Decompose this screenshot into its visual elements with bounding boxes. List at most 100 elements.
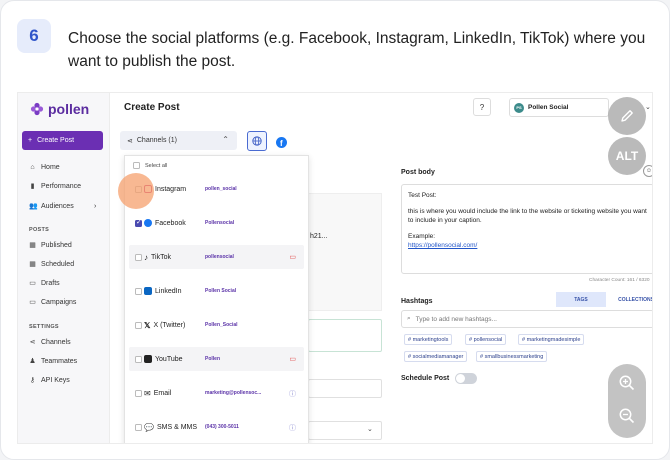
hashtag-chip[interactable]: # smallbusinessmarketing — [476, 351, 548, 362]
pollen-flower-icon — [30, 102, 44, 116]
post-body-label: Post body — [401, 169, 435, 176]
channel-row-sms[interactable]: 💬 SMS & MMS (043) 300-5011 ⓘ — [129, 415, 304, 439]
tutorial-card: 6 Choose the social platforms (e.g. Face… — [0, 0, 670, 460]
create-post-button[interactable]: + Create Post — [22, 131, 103, 150]
sidebar-item-api-keys[interactable]: ⚷ API Keys — [29, 377, 70, 384]
people-icon: 👥 — [29, 203, 38, 210]
youtube-icon — [144, 355, 152, 363]
hashtag-chip[interactable]: # pollensocial — [465, 334, 507, 345]
hashtag-chip[interactable]: # socialmediamanager — [404, 351, 468, 362]
tab-tags[interactable]: TAGS — [556, 292, 606, 307]
preview-partial-text: h21... — [310, 233, 328, 240]
page-title: Create Post — [124, 102, 180, 113]
sidebar-item-campaigns[interactable]: ▭ Campaigns — [29, 299, 76, 306]
zoom-out-icon[interactable] — [618, 407, 636, 430]
post-body-line: Test Post: — [408, 192, 437, 199]
account-switcher[interactable]: PS Pollen Social — [509, 98, 609, 117]
calendar-check-icon: ▦ — [29, 242, 36, 249]
channel-account: Pollensocial — [205, 220, 235, 226]
channel-platform-label: X (Twitter) — [153, 321, 186, 329]
sidebar-item-label: Published — [41, 242, 72, 249]
post-body-textarea[interactable]: Test Post: this is where you would inclu… — [401, 184, 652, 274]
schedule-post-toggle[interactable] — [455, 373, 477, 384]
channel-checkbox[interactable] — [135, 287, 142, 295]
sidebar-item-drafts[interactable]: ▭ Drafts — [29, 280, 60, 287]
channel-account: Pollen_Social — [205, 322, 238, 328]
channel-checkbox[interactable] — [135, 423, 142, 431]
channel-checkbox[interactable] — [135, 389, 142, 397]
channel-checkbox[interactable] — [135, 355, 142, 363]
channel-row-email[interactable]: ✉ Email marketing@pollensoc... ⓘ — [129, 381, 304, 405]
channel-name: 𝕏 X (Twitter) — [144, 321, 185, 330]
chat-bubble-icon: 💬 — [144, 422, 154, 432]
channel-row-youtube[interactable]: YouTube Pollen ▭ — [129, 347, 304, 371]
channel-checkbox[interactable] — [135, 218, 142, 227]
pollen-logo[interactable]: pollen — [30, 101, 89, 117]
linkedin-icon — [144, 287, 152, 295]
video-icon: ▭ — [289, 356, 296, 363]
zoom-controls — [608, 364, 646, 438]
channels-selector-label: Channels (1) — [136, 137, 177, 144]
chevron-down-icon: ⌄ — [367, 426, 373, 433]
tab-collections[interactable]: COLLECTIONS — [616, 292, 652, 307]
sidebar-item-published[interactable]: ▦ Published — [29, 242, 72, 249]
sidebar-item-performance[interactable]: ▮ Performance — [29, 183, 82, 190]
channel-row-x-twitter[interactable]: 𝕏 X (Twitter) Pollen_Social — [129, 313, 304, 337]
sidebar-item-scheduled[interactable]: ▦ Scheduled — [29, 261, 74, 268]
emoji-icon[interactable]: ☺ — [643, 165, 652, 177]
text-field[interactable] — [308, 379, 382, 398]
channel-account: pollensocial — [205, 254, 234, 260]
sidebar-item-label: Drafts — [41, 280, 60, 287]
help-button[interactable]: ? — [473, 98, 491, 116]
app-screenshot: pollen + Create Post ⌂ Home ▮ Performanc… — [17, 92, 653, 444]
calendar-icon: ▦ — [29, 261, 36, 268]
all-channels-globe-button[interactable] — [247, 131, 267, 151]
hashtag-chip[interactable]: # marketingtools — [404, 334, 453, 345]
step-number-badge: 6 — [17, 19, 51, 53]
sidebar-item-audiences[interactable]: 👥 Audiences › — [29, 203, 104, 210]
create-post-label: Create Post — [37, 137, 75, 144]
channel-name: 💬 SMS & MMS — [144, 423, 197, 432]
channel-account: pollen_social — [205, 186, 237, 192]
channel-name: Facebook — [144, 219, 186, 227]
edit-pencil-button[interactable] — [608, 97, 646, 135]
zoom-in-icon[interactable] — [618, 374, 636, 397]
select-all-checkbox[interactable] — [133, 162, 140, 169]
sidebar-item-home[interactable]: ⌂ Home — [29, 164, 59, 171]
sidebar-item-channels[interactable]: ⋖ Channels — [29, 339, 71, 346]
channel-checkbox[interactable] — [135, 253, 142, 261]
plus-icon: + — [28, 137, 33, 144]
channel-account: (043) 300-5011 — [205, 424, 239, 430]
channel-checkbox[interactable] — [135, 321, 142, 329]
hashtag-input[interactable]: ⌕ Type to add new hashtags... — [401, 310, 652, 328]
share-icon: ⋖ — [29, 339, 36, 346]
channel-name: ✉ Email — [144, 389, 171, 398]
channel-platform-label: SMS & MMS — [156, 423, 198, 431]
alt-text-button[interactable]: ALT — [608, 137, 646, 175]
hashtag-chip[interactable]: # marketingmadesimple — [518, 334, 585, 345]
envelope-icon: ✉ — [144, 388, 151, 398]
folder-icon: ▭ — [29, 299, 36, 306]
tiktok-icon: ♪ — [144, 252, 148, 262]
chevron-right-icon: › — [94, 203, 97, 210]
channel-account: marketing@pollensoc... — [205, 390, 262, 396]
media-upload-area[interactable] — [308, 319, 382, 352]
channel-row-facebook[interactable]: Facebook Pollensocial — [129, 211, 304, 235]
channel-row-linkedin[interactable]: LinkedIn Pollen Social — [129, 279, 304, 303]
user-plus-icon: ♟ — [29, 358, 36, 365]
sidebar-item-teammates[interactable]: ♟ Teammates — [29, 358, 77, 365]
post-preview-box — [308, 193, 382, 311]
channel-row-tiktok[interactable]: ♪ TikTok pollensocial ▭ — [129, 245, 304, 269]
post-body-link[interactable]: https://pollensocial.com/ — [408, 242, 477, 249]
post-body-line: Example: — [408, 232, 436, 240]
sidebar-item-label: Scheduled — [41, 261, 75, 268]
facebook-preview-tab[interactable]: f — [276, 135, 287, 153]
key-icon: ⚷ — [29, 377, 36, 384]
channel-platform-label: Facebook — [155, 219, 186, 227]
select-all-option[interactable]: Select all — [133, 162, 167, 169]
sidebar-item-label: API Keys — [41, 377, 70, 384]
video-icon: ▭ — [289, 254, 296, 261]
channels-selector[interactable]: ⋖ Channels (1) ⌃ — [120, 131, 237, 150]
chevron-down-icon[interactable]: ⌄ — [645, 103, 651, 111]
channel-row-instagram[interactable]: Instagram pollen_social — [129, 177, 304, 201]
